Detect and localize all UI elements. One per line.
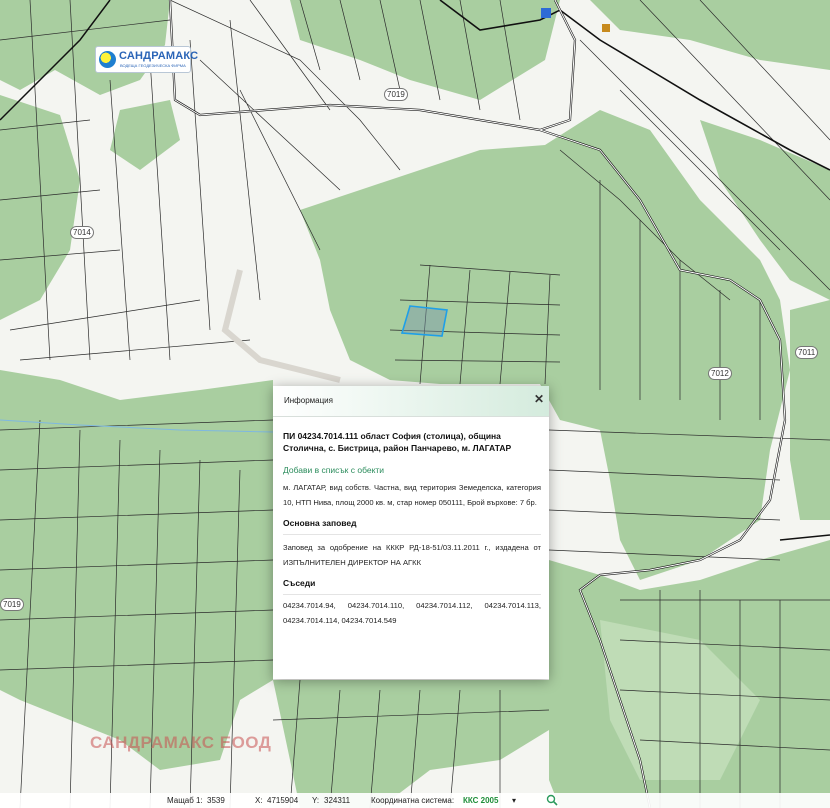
popup-body: ПИ 04234.7014.111 област София (столица)…: [283, 416, 541, 679]
road-label: 7014: [70, 226, 94, 239]
logo-emblem-icon: [99, 51, 116, 68]
road-label: 7019: [0, 598, 24, 611]
order-heading: Основна заповед: [283, 518, 357, 528]
order-text: Заповед за одобрение на КККР РД-18-51/03…: [283, 543, 541, 567]
info-popup: Информация ✕ ПИ 04234.7014.111 област Со…: [273, 386, 549, 679]
popup-title: Информация: [284, 396, 333, 405]
scale-label: Мащаб 1:: [167, 796, 203, 805]
road-label: 7019: [384, 88, 408, 101]
neighbors-list: 04234.7014.94, 04234.7014.110, 04234.701…: [283, 601, 541, 625]
company-logo: САНДРАМАКС ВОДЕЩА ГЕОДЕЗИЧЕСКА ФИРМА: [95, 46, 198, 73]
crs-label: Координатна система:: [371, 796, 455, 805]
map-marker-icon: [602, 24, 610, 32]
road-label: 7012: [708, 367, 732, 380]
y-value: 324311: [324, 796, 351, 805]
selected-parcel[interactable]: [400, 305, 448, 337]
scale-value: 3539: [207, 796, 225, 805]
close-icon[interactable]: ✕: [534, 392, 544, 406]
x-label: X:: [255, 796, 263, 805]
y-label: Y:: [312, 796, 320, 805]
popup-header: Информация ✕: [273, 386, 549, 417]
logo-name: САНДРАМАКС: [119, 50, 199, 62]
add-to-list-link[interactable]: Добави в списък с обекти: [283, 465, 541, 475]
parcel-title: ПИ 04234.7014.111 област София (столица)…: [283, 431, 512, 453]
map-pin-icon: [541, 8, 551, 18]
parcel-description: м. ЛАГАТАР, вид собств. Частна, вид тери…: [283, 483, 541, 507]
divider: [283, 534, 541, 535]
watermark: САНДРАМАКС ЕООД: [90, 733, 272, 752]
search-icon[interactable]: [546, 794, 558, 806]
divider: [283, 594, 541, 595]
chevron-down-icon[interactable]: ▾: [512, 796, 516, 805]
logo-tagline: ВОДЕЩА ГЕОДЕЗИЧЕСКА ФИРМА: [120, 63, 186, 68]
status-bar: Мащаб 1: 3539 X: 4715904 Y: 324311 Коорд…: [0, 793, 830, 808]
x-value: 4715904: [267, 796, 299, 805]
crs-select[interactable]: ККС 2005: [463, 796, 498, 805]
road-label: 7011: [795, 346, 819, 359]
neighbors-heading: Съседи: [283, 578, 316, 588]
